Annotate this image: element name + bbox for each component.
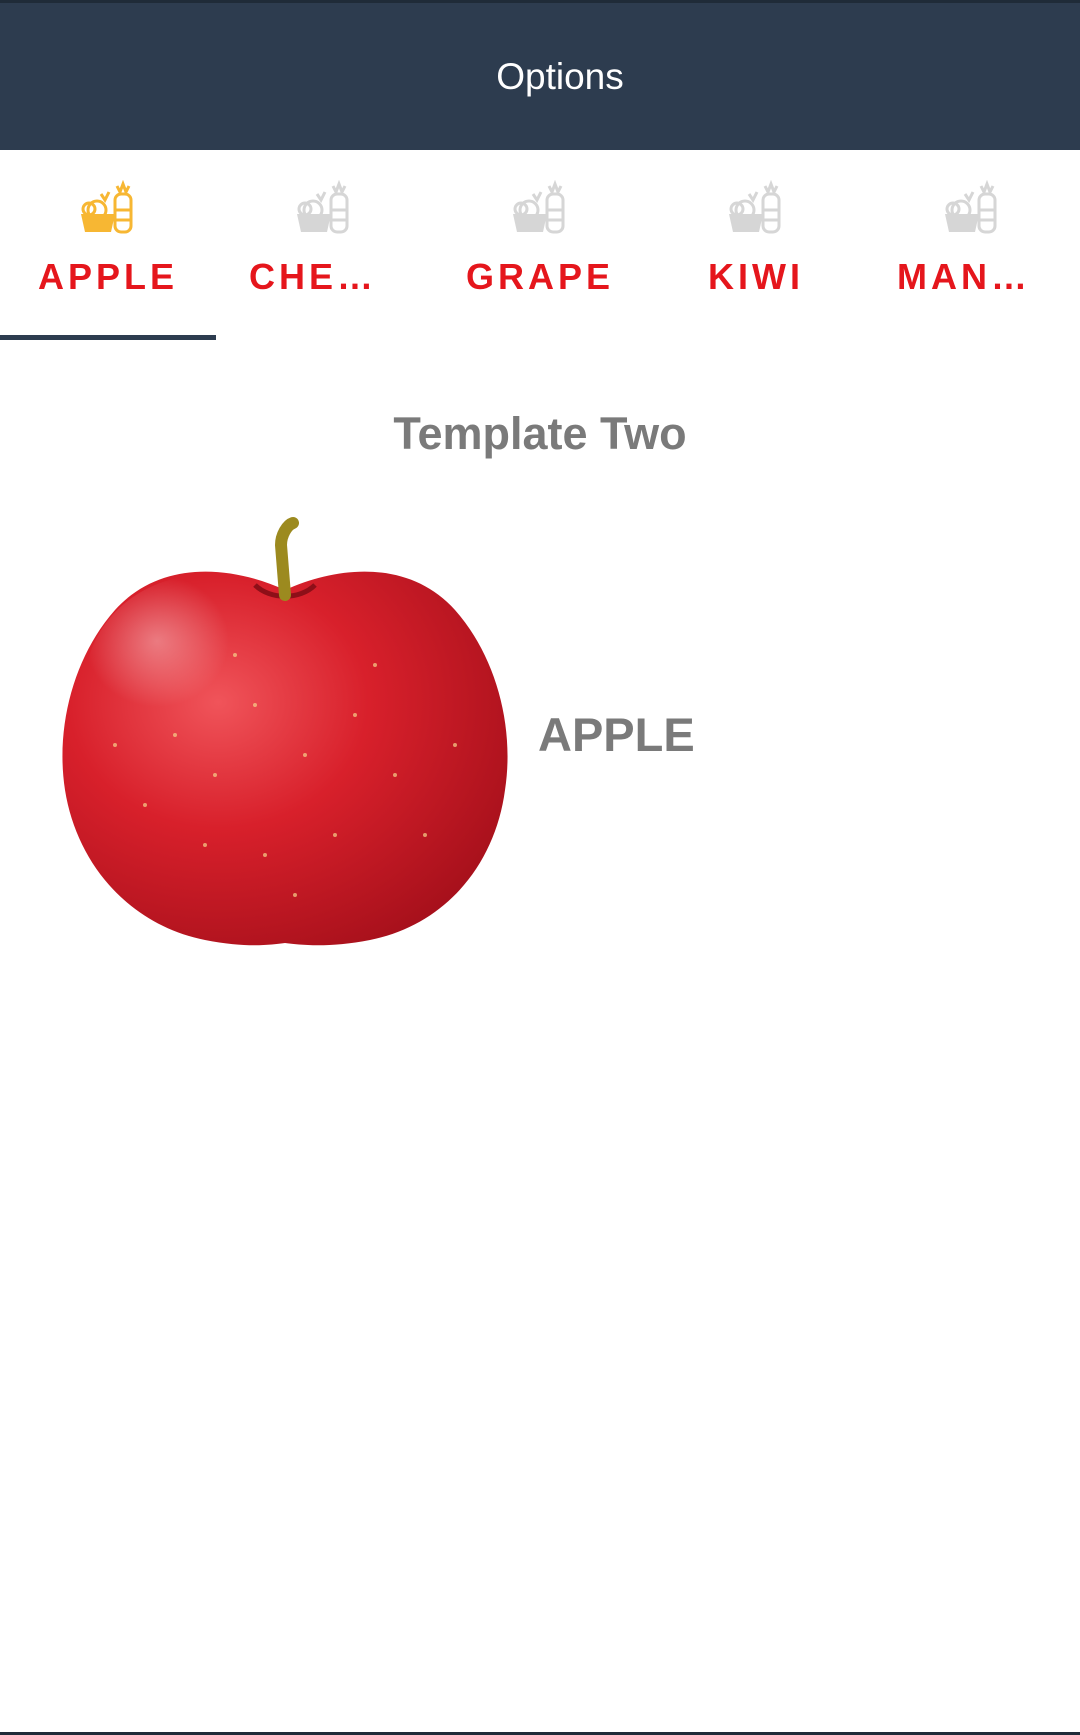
tab-label: APPLE bbox=[37, 256, 179, 297]
tab-cherry[interactable]: CHER… bbox=[216, 150, 432, 340]
tab-selected-indicator bbox=[0, 335, 216, 340]
fruit-name-label: APPLE bbox=[538, 708, 695, 761]
app-screen: Options APPLE CHER… GRAPE KIWI MANGO Tem… bbox=[0, 0, 1080, 1735]
app-bar: Options bbox=[0, 0, 1080, 150]
fruits-basket-icon bbox=[297, 180, 349, 234]
tab-label: GRAPE bbox=[465, 256, 615, 297]
fruits-basket-icon bbox=[81, 180, 133, 234]
fruits-basket-icon bbox=[729, 180, 781, 234]
tab-label: MANGO bbox=[897, 256, 1047, 297]
tab-grape[interactable]: GRAPE bbox=[432, 150, 648, 340]
tab-label: KIWI bbox=[708, 256, 804, 297]
tab-kiwi[interactable]: KIWI bbox=[648, 150, 864, 340]
tab-strip: APPLE CHER… GRAPE KIWI MANGO bbox=[0, 150, 1080, 340]
fruits-basket-icon bbox=[513, 180, 565, 234]
fruits-basket-icon bbox=[945, 180, 997, 234]
tab-apple[interactable]: APPLE bbox=[0, 150, 216, 340]
tab-mango[interactable]: MANGO bbox=[864, 150, 1080, 340]
tab-label: CHER… bbox=[249, 256, 399, 297]
template-title: Template Two bbox=[393, 408, 687, 459]
app-bar-title: Options bbox=[496, 55, 624, 97]
apple-image bbox=[62, 517, 508, 946]
